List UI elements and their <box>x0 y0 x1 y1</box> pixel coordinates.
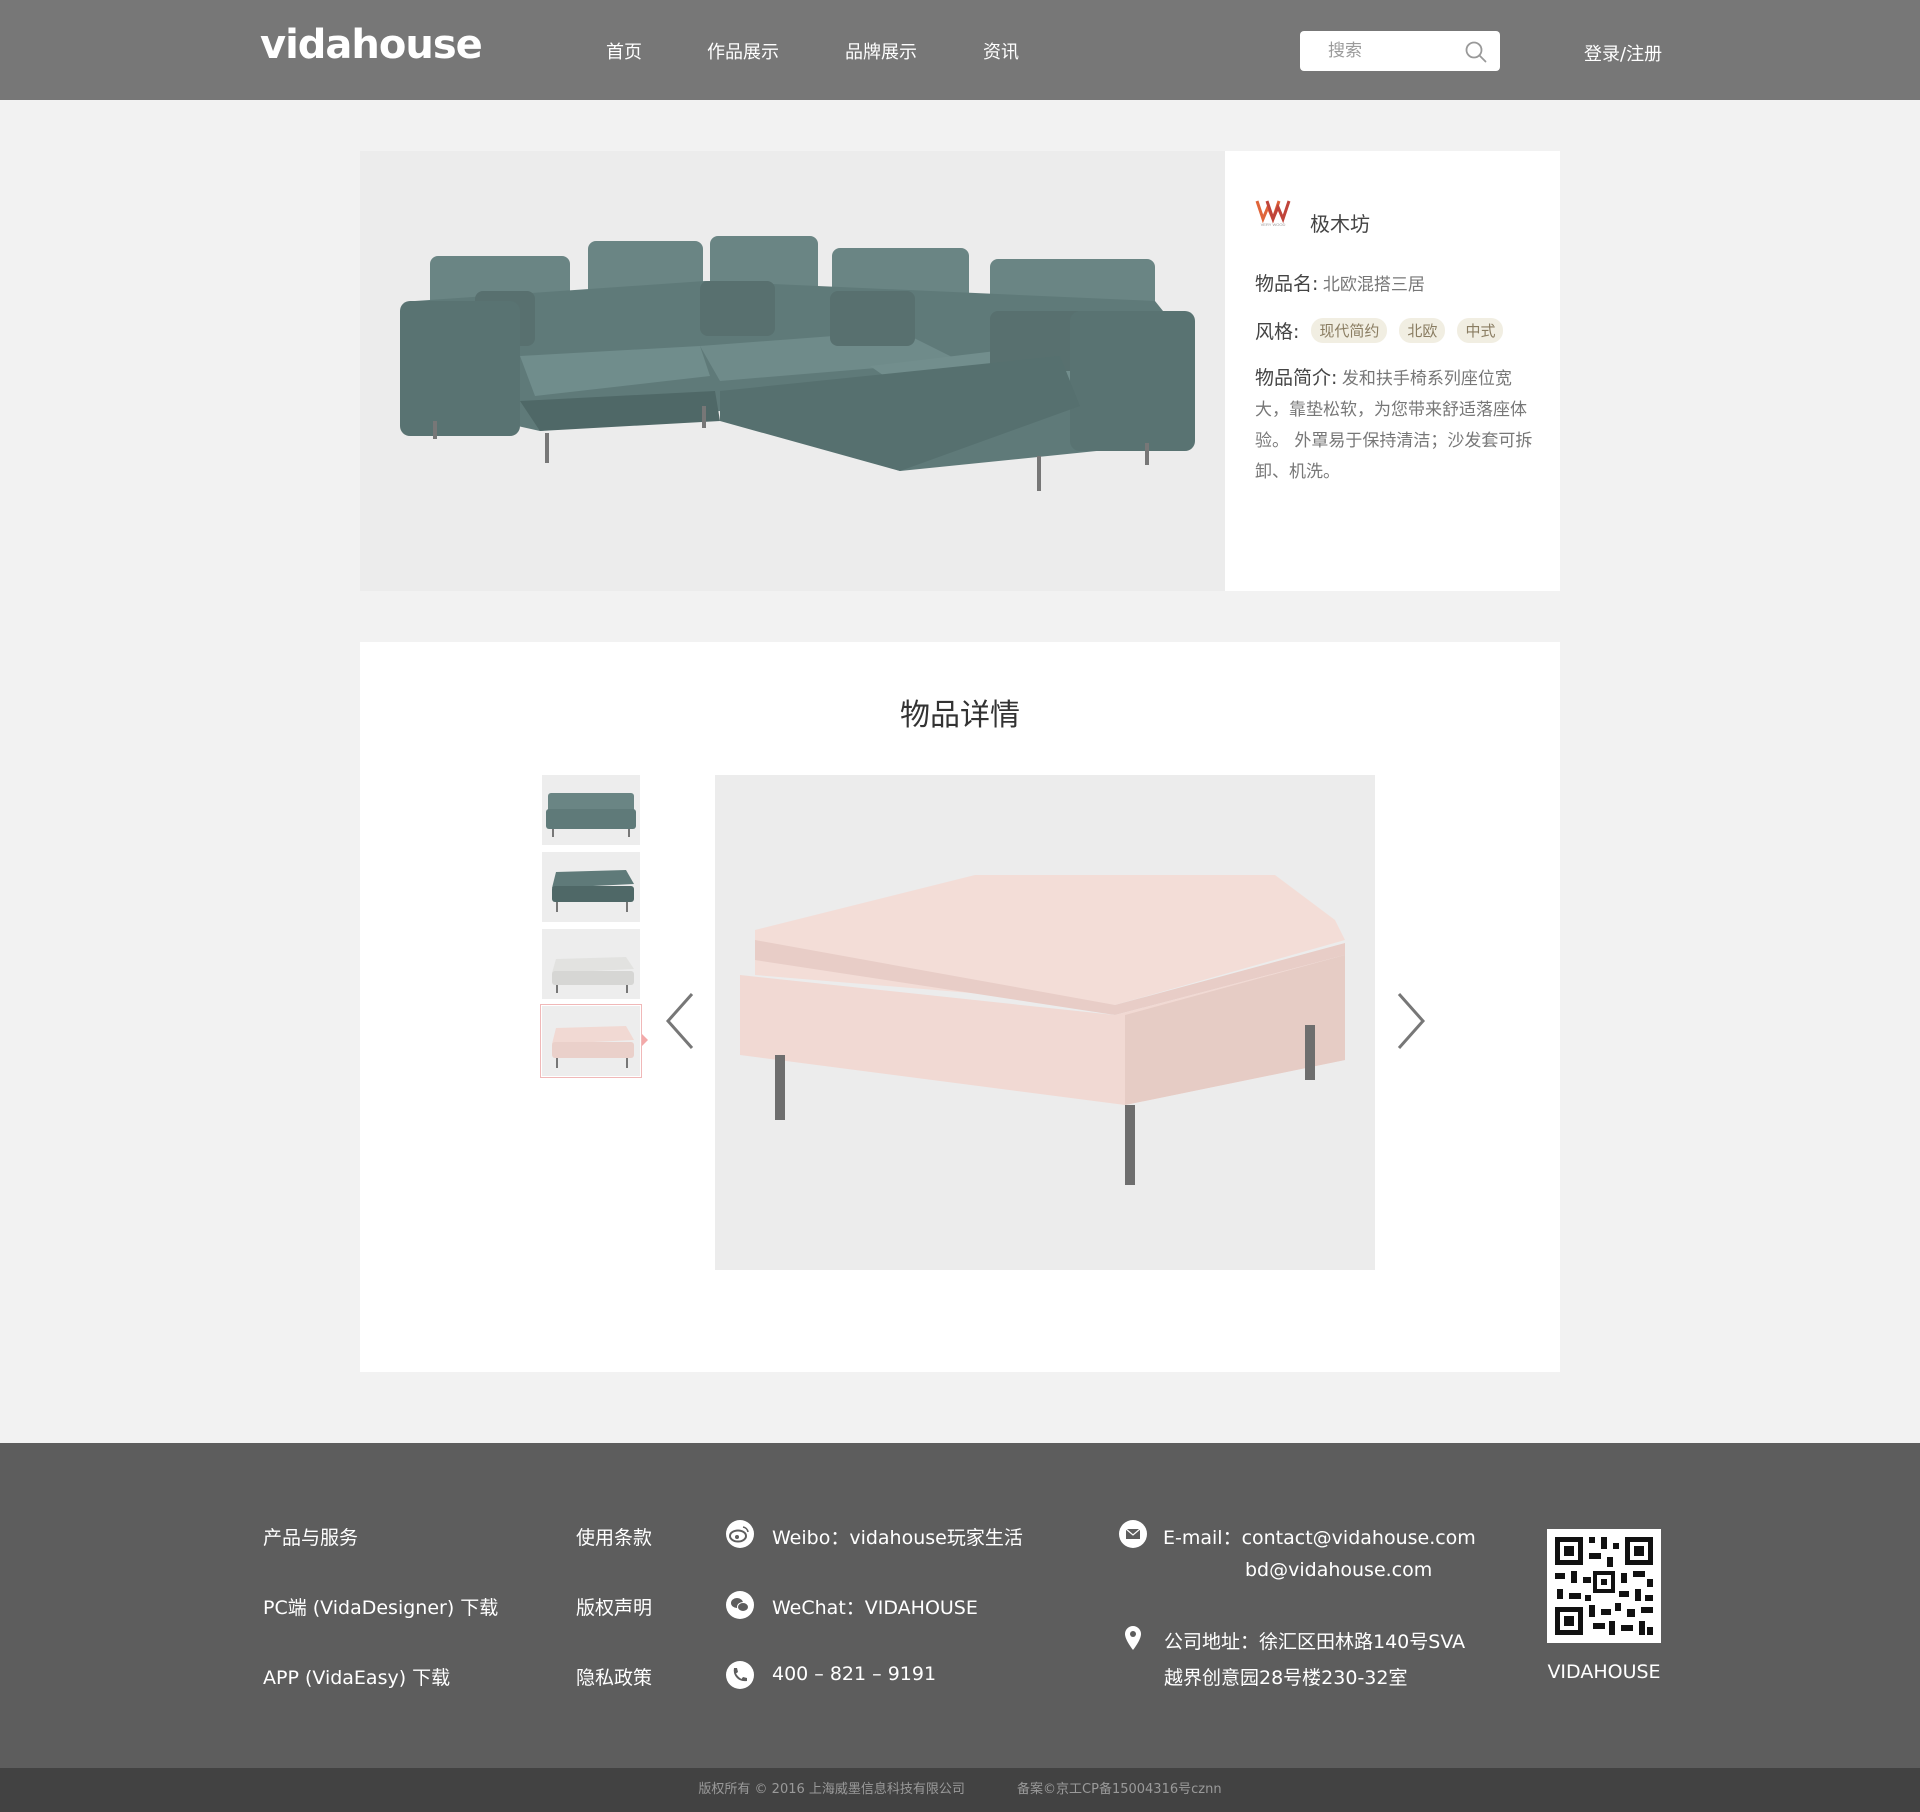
main-detail-image <box>715 775 1375 1270</box>
header: vidahouse 首页 作品展示 品牌展示 资讯 登录/注册 <box>0 0 1920 100</box>
style-label: 风格: <box>1255 321 1300 343</box>
nav-home[interactable]: 首页 <box>606 38 642 64</box>
active-thumb-indicator <box>642 1034 648 1046</box>
footer-app-download[interactable]: APP (VidaEasy) 下载 <box>263 1663 450 1690</box>
copyright-bar: 版权所有 © 2016 上海威墨信息科技有限公司 备案©京工CP备1500431… <box>0 1768 1920 1812</box>
location-pin-icon <box>1125 1626 1141 1650</box>
icp-record[interactable]: 备案©京工CP备15004316号cznn <box>1017 1782 1222 1797</box>
product-name-value: 北欧混搭三居 <box>1322 275 1425 295</box>
chevron-left-icon[interactable] <box>662 990 698 1052</box>
wechat-icon[interactable] <box>725 1590 755 1620</box>
nav-works[interactable]: 作品展示 <box>707 38 779 64</box>
footer-phone: 400 – 821 – 9191 <box>772 1663 937 1685</box>
footer-products-services[interactable]: 产品与服务 <box>263 1523 358 1550</box>
product-image <box>360 151 1225 591</box>
weibo-icon[interactable] <box>725 1519 755 1549</box>
footer-terms[interactable]: 使用条款 <box>576 1523 652 1550</box>
search-box <box>1300 31 1500 71</box>
qr-code-image <box>1555 1537 1653 1635</box>
login-register-link[interactable]: 登录/注册 <box>1584 40 1662 66</box>
thumb-white-ottoman-image <box>552 957 634 993</box>
site-logo[interactable]: vidahouse <box>260 22 483 68</box>
svg-text:VERY WOOD: VERY WOOD <box>1261 222 1286 227</box>
thumbnail-4[interactable] <box>540 1004 642 1078</box>
qr-label: VIDAHOUSE <box>1547 1661 1661 1683</box>
footer-privacy[interactable]: 隐私政策 <box>576 1663 652 1690</box>
footer-address-2: 越界创意园28号楼230-32室 <box>1164 1667 1408 1689</box>
product-card: VERY WOOD 极木坊 物品名: 北欧混搭三居 风格: 现代简约 北欧 中式… <box>360 151 1560 591</box>
style-tag[interactable]: 中式 <box>1457 318 1504 343</box>
style-tag[interactable]: 北欧 <box>1399 318 1446 343</box>
footer: 产品与服务 PC端 (VidaDesigner) 下载 APP (VidaEas… <box>0 1443 1920 1768</box>
thumbnail-2[interactable] <box>542 852 640 922</box>
pink-ottoman-illustration <box>740 875 1345 1185</box>
product-name-row: 物品名: 北欧混搭三居 <box>1255 269 1425 296</box>
footer-wechat: WeChat：VIDAHOUSE <box>772 1597 978 1619</box>
footer-weibo: Weibo：vidahouse玩家生活 <box>772 1527 1023 1549</box>
brand-logo-icon[interactable]: VERY WOOD <box>1255 197 1291 227</box>
product-description: 物品简介: 发和扶手椅系列座位宽大，靠垫松软，为您带来舒适落座体验。 外罩易于保… <box>1255 363 1545 488</box>
thumb-dark-ottoman-image <box>552 870 634 912</box>
search-input[interactable] <box>1328 39 1458 63</box>
style-tag[interactable]: 现代简约 <box>1311 318 1388 343</box>
footer-address-1: 公司地址：徐汇区田林路140号SVA <box>1164 1631 1466 1653</box>
description-label: 物品简介: <box>1255 367 1338 389</box>
phone-icon[interactable] <box>725 1660 755 1690</box>
footer-pc-download[interactable]: PC端 (VidaDesigner) 下载 <box>263 1593 498 1620</box>
detail-title: 物品详情 <box>900 698 1020 733</box>
chevron-right-icon[interactable] <box>1393 990 1429 1052</box>
product-detail-section: 物品详情 <box>360 642 1560 1372</box>
copyright-text: 版权所有 © 2016 上海威墨信息科技有限公司 <box>698 1782 965 1797</box>
thumb-sofa-image <box>546 793 636 837</box>
brand-name[interactable]: 极木坊 <box>1310 208 1370 237</box>
qr-code <box>1547 1529 1661 1643</box>
search-icon[interactable] <box>1464 40 1488 64</box>
thumb-pink-ottoman-image <box>552 1026 634 1068</box>
email-icon[interactable] <box>1118 1519 1148 1549</box>
nav-brands[interactable]: 品牌展示 <box>845 38 917 64</box>
style-row: 风格: 现代简约 北欧 中式 <box>1255 317 1504 344</box>
nav-news[interactable]: 资讯 <box>983 38 1019 64</box>
footer-email-1[interactable]: E-mail：contact@vidahouse.com <box>1163 1523 1476 1550</box>
thumbnail-1[interactable] <box>542 775 640 845</box>
product-name-label: 物品名: <box>1255 273 1319 295</box>
corner-sofa-illustration <box>400 236 1195 491</box>
thumbnail-3[interactable] <box>542 929 640 999</box>
footer-copyright-notice[interactable]: 版权声明 <box>576 1593 652 1620</box>
footer-email-2[interactable]: bd@vidahouse.com <box>1245 1559 1432 1581</box>
